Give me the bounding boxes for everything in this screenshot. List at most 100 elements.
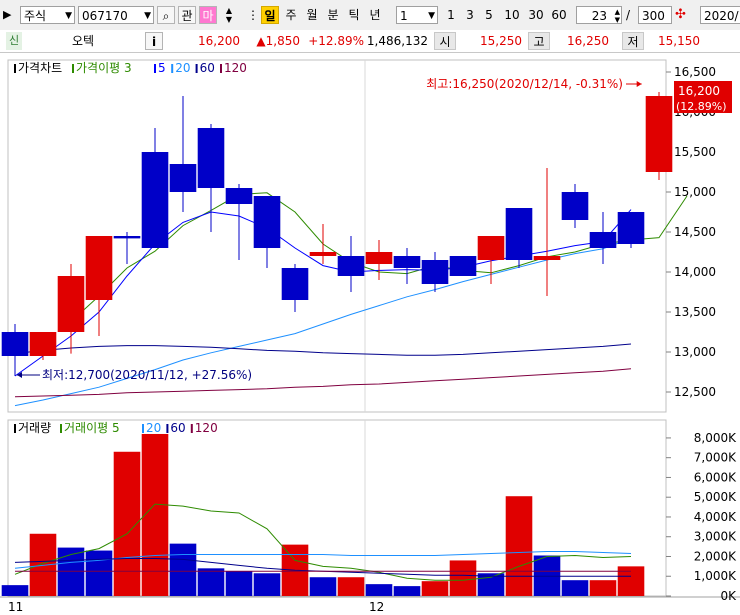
candle-body [449, 256, 477, 276]
price-legend-label: 5 [158, 61, 166, 75]
count-separator: / [626, 6, 634, 24]
gwan-button[interactable]: 관 [178, 6, 196, 24]
price-legend-swatch [72, 64, 74, 73]
updown-spin-icon: ▲ ▼ [614, 8, 620, 24]
change-rate-label: +12.89% [308, 34, 364, 48]
volume-legend-swatch [166, 424, 169, 433]
quick-3[interactable]: 3 [463, 6, 477, 24]
price-change: ▲1,850 [245, 32, 300, 50]
candle-body [477, 236, 505, 260]
count-stepper[interactable]: 23 ▲ ▼ [576, 6, 622, 24]
period-year-label: 년 [369, 8, 381, 22]
quick-60[interactable]: 60 [548, 6, 570, 24]
price-legend-label: 가격차트 [18, 61, 62, 75]
open-label-text: 시 [439, 35, 451, 49]
volume-bar [393, 586, 421, 596]
date-input[interactable]: 2020/1 [700, 6, 740, 24]
market-select-label: 주식 [24, 9, 47, 23]
candle-body [85, 236, 113, 300]
quick-3-label: 3 [466, 8, 474, 22]
quick-30[interactable]: 30 [525, 6, 547, 24]
low-label-text: 저 [627, 35, 639, 49]
menu-arrow-icon[interactable]: ▶ [3, 6, 17, 24]
price-legend-label: 120 [224, 61, 247, 75]
price-tick-label: 14,500 [674, 225, 716, 239]
period-tick[interactable]: 틱 [345, 6, 363, 24]
chevron-down-icon: ▼ [65, 11, 72, 21]
info-button-label: i [151, 35, 157, 49]
volume-legend-label: 거래량 [18, 421, 51, 435]
stock-chart[interactable]: 16,50016,00015,50015,00014,50014,00013,5… [0, 52, 740, 615]
period-minute[interactable]: 분 [324, 6, 342, 24]
ma-button[interactable]: 마 [199, 6, 217, 24]
period-month[interactable]: 월 [303, 6, 321, 24]
settings-icon[interactable]: ✣ [675, 6, 693, 24]
candle-body [225, 188, 253, 204]
new-tag: 신 [6, 32, 22, 50]
current-price-label: 16,200 [198, 34, 240, 48]
candle-body [589, 232, 617, 248]
stock-code-input[interactable]: 067170 ▼ [78, 6, 154, 24]
open-price: 15,250 [460, 32, 522, 50]
volume-legend-swatch [190, 424, 193, 433]
price-tick-label: 12,500 [674, 385, 716, 399]
quick-10-label: 10 [504, 8, 520, 22]
price-tick-label: 13,500 [674, 305, 716, 319]
volume-legend-swatch [142, 424, 144, 433]
candle-body [1, 332, 29, 356]
updown-spin-icon[interactable]: ▲ ▼ [220, 6, 238, 24]
period-minute-label: 분 [327, 8, 339, 22]
quick-5[interactable]: 5 [482, 6, 496, 24]
separator: ⋮ [247, 8, 259, 22]
volume-legend-swatch [60, 424, 62, 433]
last-rate-label: (12.89%) [676, 100, 727, 113]
stock-name: 오텍 [28, 32, 138, 50]
period-day[interactable]: 일 [261, 6, 279, 24]
market-select[interactable]: 주식 ▼ [20, 6, 75, 24]
candle-body [421, 260, 449, 284]
unit-select[interactable]: 1 ▼ [396, 6, 438, 24]
candle-body [505, 208, 533, 260]
total-count-input[interactable]: 300 [638, 6, 672, 24]
candle-body [393, 256, 421, 268]
chevron-down-icon: ▼ [144, 11, 151, 21]
high-label-text: 고 [533, 35, 545, 49]
period-week[interactable]: 주 [282, 6, 300, 24]
price-legend-label: 20 [175, 61, 190, 75]
low-price-annotation: 최저:12,700(2020/11/12, +27.56%) [42, 368, 252, 382]
open-price-label: 15,250 [480, 34, 522, 48]
volume-legend-label: 120 [195, 421, 218, 435]
price-tick-label: 15,000 [674, 185, 716, 199]
volume-tick-label: 3,000K [694, 530, 737, 544]
info-button[interactable]: i [145, 32, 163, 50]
high-label: 고 [528, 32, 550, 50]
period-year[interactable]: 년 [366, 6, 384, 24]
ma-button-label: 마 [202, 9, 214, 23]
volume-bar [253, 573, 281, 596]
high-price: 16,250 [554, 32, 609, 50]
volume-tick-label: 6,000K [694, 470, 737, 484]
volume-legend-label: 거래이평 5 [64, 421, 120, 435]
candle-body [29, 332, 57, 356]
search-button[interactable]: ⌕ [157, 6, 175, 24]
candle-body [365, 252, 393, 264]
volume-tick-label: 7,000K [694, 451, 737, 465]
volume-bar [1, 585, 29, 596]
price-tick-label: 15,500 [674, 145, 716, 159]
candle-body [57, 276, 85, 332]
period-week-label: 주 [285, 8, 297, 22]
volume-legend-swatch [14, 424, 16, 433]
date-value: 2020/1 [704, 9, 740, 23]
price-legend-swatch [154, 64, 156, 73]
volume-legend-label: 20 [146, 421, 161, 435]
quick-1[interactable]: 1 [444, 6, 458, 24]
period-day-label: 일 [264, 9, 276, 23]
low-price: 15,150 [648, 32, 700, 50]
last-price-label: 16,200 [678, 84, 720, 98]
volume-tick-label: 1,000K [694, 569, 737, 583]
period-tick-label: 틱 [348, 8, 360, 22]
trade-volume: 1,486,132 [366, 32, 428, 50]
price-legend-swatch [171, 64, 174, 73]
quick-10[interactable]: 10 [501, 6, 523, 24]
quick-30-label: 30 [528, 8, 544, 22]
